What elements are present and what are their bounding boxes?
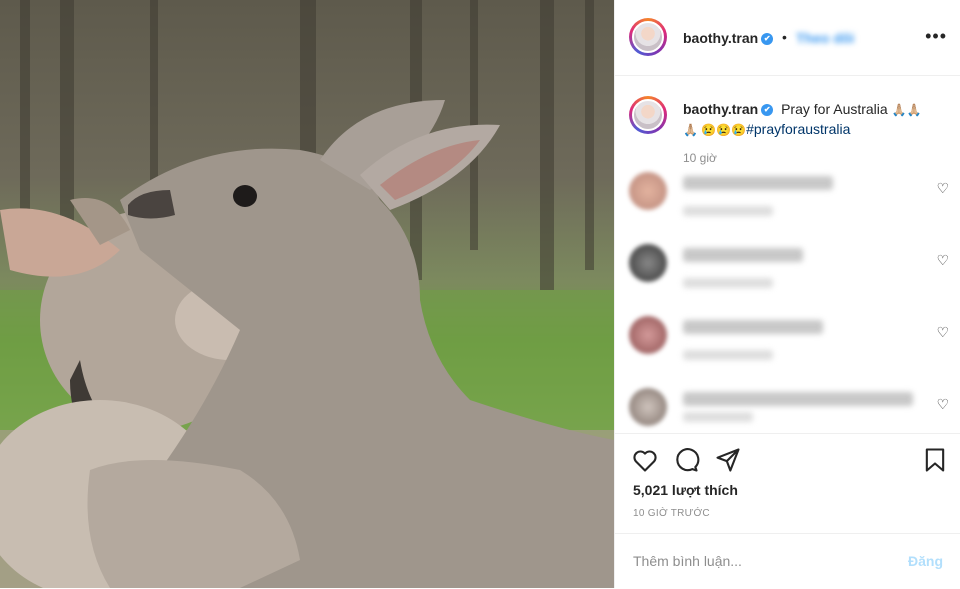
comment-avatar[interactable] xyxy=(629,388,667,426)
author-avatar[interactable] xyxy=(629,18,667,56)
post-comment-button[interactable]: Đăng xyxy=(908,553,943,569)
follow-button[interactable]: Theo dõi xyxy=(796,30,854,46)
comment-item: ♡ xyxy=(615,244,960,304)
caption-body: Pray for Australia xyxy=(781,101,888,117)
post-actions-bar xyxy=(615,433,960,486)
post-time-ago[interactable]: 10 GIỜ TRƯỚC xyxy=(633,508,710,519)
add-comment-box: Thêm bình luận... Đăng xyxy=(615,533,960,589)
comment-item: ♡ xyxy=(615,172,960,232)
kangaroo-image xyxy=(0,0,614,588)
more-options-icon[interactable]: ••• xyxy=(925,26,947,47)
author-username-text[interactable]: baothy.tran xyxy=(683,30,758,46)
header-separator: • xyxy=(782,29,787,45)
post-header: baothy.tran ✔ • Theo dõi ••• xyxy=(615,0,960,76)
comment-text-blurred xyxy=(683,248,803,262)
comment-text-blurred xyxy=(683,176,833,190)
verified-badge-icon: ✔ xyxy=(761,33,774,46)
caption-username-text[interactable]: baothy.tran xyxy=(683,101,758,117)
verified-badge-icon: ✔ xyxy=(761,104,774,117)
post-side-panel: baothy.tran ✔ • Theo dõi ••• baothy.tran ✔… xyxy=(614,0,960,588)
caption-emoji-1: 🙏🏼🙏🏼 xyxy=(891,103,922,117)
author-username[interactable]: baothy.tran ✔ xyxy=(683,30,774,46)
post-photo[interactable] xyxy=(0,0,614,588)
comment-meta-blurred xyxy=(683,350,773,360)
heart-icon[interactable] xyxy=(631,446,659,474)
bookmark-icon[interactable] xyxy=(921,446,949,474)
comment-meta-blurred xyxy=(683,412,753,422)
comment-item: ♡ xyxy=(615,316,960,376)
comment-like-heart-icon[interactable]: ♡ xyxy=(936,252,949,269)
send-icon[interactable] xyxy=(714,446,742,474)
caption-text: baothy.tran ✔ Pray for Australia 🙏🏼🙏🏼 🙏🏼 … xyxy=(683,100,933,140)
comment-avatar[interactable] xyxy=(629,244,667,282)
comment-text-blurred xyxy=(683,320,823,334)
comment-like-heart-icon[interactable]: ♡ xyxy=(936,396,949,413)
comment-avatar[interactable] xyxy=(629,316,667,354)
comment-meta-blurred xyxy=(683,278,773,288)
caption-hashtag[interactable]: #prayforaustralia xyxy=(746,121,850,137)
comment-input[interactable]: Thêm bình luận... xyxy=(633,553,742,569)
comment-avatar[interactable] xyxy=(629,172,667,210)
caption-author-avatar[interactable] xyxy=(629,96,667,134)
comment-meta-blurred xyxy=(683,206,773,216)
comment-icon[interactable] xyxy=(672,446,700,474)
comment-like-heart-icon[interactable]: ♡ xyxy=(936,324,949,341)
caption-username[interactable]: baothy.tran ✔ xyxy=(683,101,774,117)
comment-like-heart-icon[interactable]: ♡ xyxy=(936,180,949,197)
likes-count[interactable]: 5,021 lượt thích xyxy=(633,482,738,498)
comment-text-blurred xyxy=(683,392,913,406)
caption-emoji-2: 🙏🏼 😢😢😢 xyxy=(683,123,747,137)
caption-time[interactable]: 10 giờ xyxy=(683,151,717,165)
